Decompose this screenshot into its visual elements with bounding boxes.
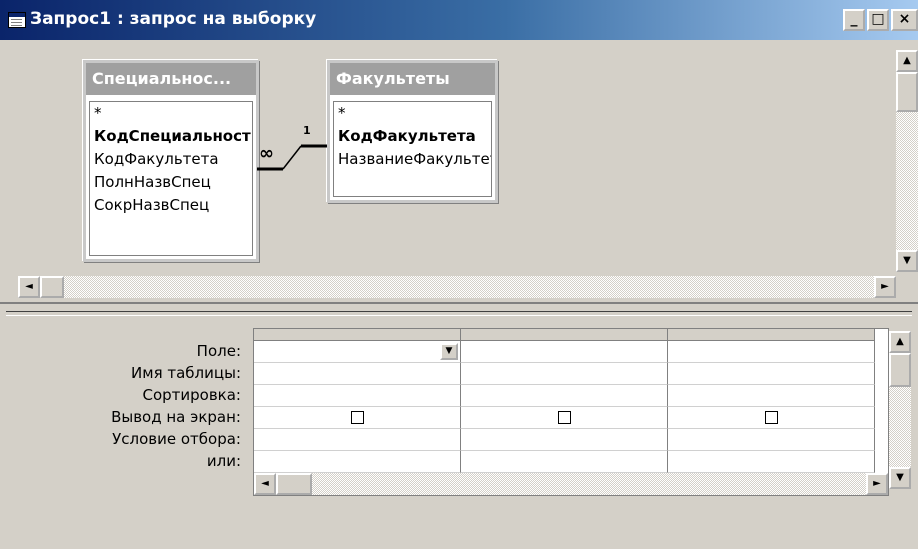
field-item[interactable]: НазваниеФакультета (334, 148, 491, 171)
scroll-thumb[interactable] (276, 473, 312, 495)
field-item[interactable]: КодФакультета (90, 148, 252, 171)
title-bar[interactable]: Запрос1 : запрос на выборку _ □ × (0, 0, 918, 40)
grid-cell-show[interactable] (254, 407, 461, 429)
field-list-specialnosti[interactable]: Специальнос... * КодСпециальность КодФак… (83, 60, 259, 262)
scroll-thumb[interactable] (896, 72, 918, 112)
grid-cell-sort[interactable] (461, 385, 668, 407)
query-icon[interactable] (8, 12, 26, 28)
grid-cell-or[interactable] (668, 451, 875, 473)
scroll-down-arrow-icon[interactable]: ▼ (889, 467, 911, 489)
grid-cell-show[interactable] (668, 407, 875, 429)
row-label-field: Поле: (196, 342, 241, 360)
one-symbol: 1 (303, 124, 311, 137)
field-item[interactable]: ПолнНазвСпец (90, 171, 252, 194)
scroll-right-arrow-icon[interactable]: ► (866, 473, 888, 495)
grid-cell-field[interactable] (668, 341, 875, 363)
grid-cell-sort[interactable] (254, 385, 461, 407)
grid-cell-criteria[interactable] (254, 429, 461, 451)
field-item-primary-key[interactable]: КодФакультета (334, 125, 491, 148)
grid-cell-sort[interactable] (668, 385, 875, 407)
field-list-body[interactable]: * КодСпециальность КодФакультета ПолнНаз… (89, 101, 253, 256)
pane-splitter[interactable] (0, 302, 918, 320)
grid-horizontal-scrollbar[interactable]: ◄ ► (254, 473, 888, 495)
minimize-button[interactable]: _ (843, 9, 865, 31)
scroll-down-arrow-icon[interactable]: ▼ (896, 250, 918, 272)
grid-cell-table[interactable] (461, 363, 668, 385)
maximize-button[interactable]: □ (867, 9, 889, 31)
grid-vertical-scrollbar[interactable]: ▲ ▼ (889, 331, 911, 489)
field-item-primary-key[interactable]: КодСпециальность (90, 125, 252, 148)
grid-cell-criteria[interactable] (668, 429, 875, 451)
dropdown-arrow-icon[interactable]: ▼ (440, 343, 458, 360)
window-title: Запрос1 : запрос на выборку (30, 9, 317, 29)
field-item[interactable]: * (334, 102, 491, 125)
scroll-up-arrow-icon[interactable]: ▲ (889, 331, 911, 353)
column-selector[interactable] (461, 329, 668, 341)
field-list-body[interactable]: * КодФакультета НазваниеФакультета (333, 101, 492, 197)
many-symbol: ∞ (259, 143, 274, 164)
show-checkbox[interactable] (351, 411, 364, 424)
grid-cell-field[interactable] (461, 341, 668, 363)
grid-cell-table[interactable] (254, 363, 461, 385)
query-design-grid[interactable]: ▼ ◄ ► (253, 328, 889, 496)
scroll-thumb[interactable] (40, 276, 64, 298)
table-pane[interactable]: Специальнос... * КодСпециальность КодФак… (0, 40, 918, 302)
row-label-show: Вывод на экран: (111, 408, 241, 426)
column-selector[interactable] (254, 329, 461, 341)
row-label-criteria: Условие отбора: (112, 430, 241, 448)
field-list-title[interactable]: Специальнос... (86, 63, 256, 95)
field-item[interactable]: * (90, 102, 252, 125)
row-label-table: Имя таблицы: (131, 364, 241, 382)
scroll-thumb[interactable] (889, 353, 911, 387)
grid-cell-criteria[interactable] (461, 429, 668, 451)
upper-horizontal-scrollbar[interactable]: ◄ ► (18, 276, 896, 298)
scroll-left-arrow-icon[interactable]: ◄ (254, 473, 276, 495)
field-list-fakultety[interactable]: Факультеты * КодФакультета НазваниеФакул… (327, 60, 498, 203)
scroll-right-arrow-icon[interactable]: ► (874, 276, 896, 298)
grid-cell-show[interactable] (461, 407, 668, 429)
column-selector[interactable] (668, 329, 875, 341)
scroll-up-arrow-icon[interactable]: ▲ (896, 50, 918, 72)
grid-cell-or[interactable] (461, 451, 668, 473)
grid-cell-table[interactable] (668, 363, 875, 385)
row-label-or: или: (206, 452, 241, 470)
field-list-title[interactable]: Факультеты (330, 63, 495, 95)
grid-row-labels: Поле: Имя таблицы: Сортировка: Вывод на … (0, 340, 245, 472)
show-checkbox[interactable] (558, 411, 571, 424)
show-checkbox[interactable] (765, 411, 778, 424)
upper-vertical-scrollbar[interactable]: ▲ ▼ (896, 50, 918, 272)
row-label-sort: Сортировка: (142, 386, 241, 404)
scroll-left-arrow-icon[interactable]: ◄ (18, 276, 40, 298)
grid-cell-or[interactable] (254, 451, 461, 473)
close-button[interactable]: × (891, 9, 918, 31)
field-item[interactable]: СокрНазвСпец (90, 194, 252, 217)
grid-cell-field[interactable]: ▼ (254, 341, 461, 363)
